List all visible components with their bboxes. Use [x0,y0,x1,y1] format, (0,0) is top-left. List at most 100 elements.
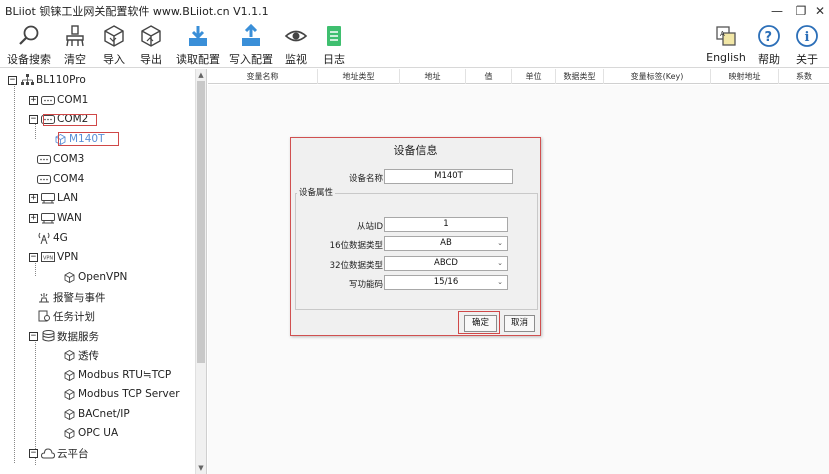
task-icon [37,310,51,322]
col-header[interactable]: 系数 [779,69,829,84]
svg-text:?: ? [765,30,773,45]
collapse-icon[interactable]: − [8,75,17,85]
dialog-title: 设备信息 [393,144,438,157]
log-button[interactable]: 日志 [318,22,350,68]
log-label: 日志 [323,53,345,66]
col-header[interactable]: 变量名称 [208,69,318,84]
import-icon [102,24,126,48]
tree-item-lan[interactable]: + LAN [29,190,78,206]
col-header[interactable]: 地址 [400,69,466,84]
antenna-icon [37,232,51,244]
slave-id-input[interactable]: 1 [384,217,508,232]
tree-item-com3[interactable]: COM3 [37,151,84,167]
clear-label: 清空 [64,53,86,66]
import-button[interactable]: 导入 [97,22,131,68]
topology-icon [20,74,34,86]
tree-item-task[interactable]: 任务计划 [37,308,95,324]
tree-item-label: VPN [57,251,79,263]
tree-scrollbar[interactable]: ▲ ▼ [195,69,206,474]
scroll-down-icon[interactable]: ▼ [196,463,206,473]
svg-text:VPN: VPN [43,256,53,262]
vpn-icon: VPN [41,251,55,263]
serial-port-icon [41,94,55,106]
toolbar: 设备搜索 清空 导入 导出 读取配置 写入配置 监视 日志 A English … [0,22,829,68]
data-type-32-label: 32位数据类型 [329,261,383,271]
network-icon [41,212,55,224]
tree-item-label: Modbus RTU≒TCP [78,369,172,381]
col-header[interactable]: 单位 [512,69,556,84]
serial-port-icon [37,153,51,165]
tree-item-com4[interactable]: COM4 [37,171,84,187]
scroll-up-icon[interactable]: ▲ [196,70,206,80]
language-icon: A [714,24,738,48]
collapse-icon[interactable]: − [29,114,38,124]
cancel-button[interactable]: 取消 [504,315,535,332]
cube-icon [62,349,76,361]
col-header[interactable]: 映射地址 [711,69,779,84]
tree-item-label: 报警与事件 [53,291,106,304]
tree-item-cloud[interactable]: − 云平台 [29,445,89,461]
data-type-16-select[interactable]: AB ⌄ [384,236,508,251]
grid-header: 变量名称 地址类型 地址 值 单位 数据类型 变量标签(Key) 映射地址 系数 [208,69,829,84]
col-header[interactable]: 数据类型 [556,69,604,84]
cube-icon [62,408,76,420]
alarm-icon [37,291,51,303]
tree-item-alarm[interactable]: 报警与事件 [37,289,106,305]
scroll-thumb[interactable] [197,81,205,363]
tree-item-passthrough[interactable]: 透传 [62,347,99,363]
com2-highlight [43,114,97,126]
expand-icon[interactable]: + [29,95,38,105]
select-value: 15/16 [433,277,459,287]
write-function-code-select[interactable]: 15/16 ⌄ [384,275,508,290]
clear-button[interactable]: 清空 [58,22,92,68]
help-label: 帮助 [758,53,780,66]
collapse-icon[interactable]: − [29,252,38,262]
import-label: 导入 [103,53,125,66]
col-header[interactable]: 地址类型 [318,69,400,84]
tree-item-label: 云平台 [57,447,89,460]
expand-icon[interactable]: + [29,193,38,203]
data-type-16-label: 16位数据类型 [329,241,383,251]
col-header[interactable]: 值 [466,69,512,84]
close-button[interactable]: ✕ [806,0,829,22]
english-button[interactable]: A English [704,22,748,68]
chevron-down-icon: ⌄ [497,278,503,286]
tree-item-4g[interactable]: 4G [37,230,68,246]
tree-item-wan[interactable]: + WAN [29,210,82,226]
tree-item-com1[interactable]: + COM1 [29,92,88,108]
collapse-icon[interactable]: − [29,448,38,458]
export-label: 导出 [140,53,162,66]
device-name-input[interactable]: M140T [384,169,513,184]
tree-item-modbus-tcp-server[interactable]: Modbus TCP Server [62,386,180,402]
tree-item-opc-ua[interactable]: OPC UA [62,425,118,441]
m140t-highlight [58,132,119,146]
tree-item-bacnet[interactable]: BACnet/IP [62,406,130,422]
tree-item-vpn[interactable]: − VPN VPN [29,249,78,265]
network-icon [41,192,55,204]
export-icon [139,24,163,48]
export-button[interactable]: 导出 [134,22,168,68]
tree-item-modbus-rtu-tcp[interactable]: Modbus RTU≒TCP [62,367,171,383]
tree-item-label: COM1 [57,94,89,106]
read-config-button[interactable]: 读取配置 [173,22,223,68]
device-info-dialog: 设备信息 设备名称 M140T 设备属性 从站ID 1 16位数据类型 AB ⌄… [290,137,541,336]
tree-item-openvpn[interactable]: OpenVPN [62,269,127,285]
device-properties-group [295,193,538,310]
about-button[interactable]: i 关于 [793,22,821,68]
tree-item-data-service[interactable]: − 数据服务 [29,328,99,344]
device-tree: − BL110Pro + COM1 − COM2 M140T COM3 COM4… [0,69,207,474]
svg-text:A: A [720,30,725,38]
expand-icon[interactable]: + [29,213,38,223]
cube-icon [62,271,76,283]
write-config-button[interactable]: 写入配置 [226,22,276,68]
log-icon [322,24,346,48]
device-search-button[interactable]: 设备搜索 [4,22,54,68]
help-button[interactable]: ? 帮助 [755,22,783,68]
col-header[interactable]: 变量标签(Key) [604,69,711,84]
data-type-32-select[interactable]: ABCD ⌄ [384,256,508,271]
monitor-button[interactable]: 监视 [280,22,312,68]
tree-root-label: BL110Pro [36,74,86,86]
collapse-icon[interactable]: − [29,331,38,341]
tree-item-label: BACnet/IP [78,408,130,420]
tree-root[interactable]: − BL110Pro [8,72,86,88]
